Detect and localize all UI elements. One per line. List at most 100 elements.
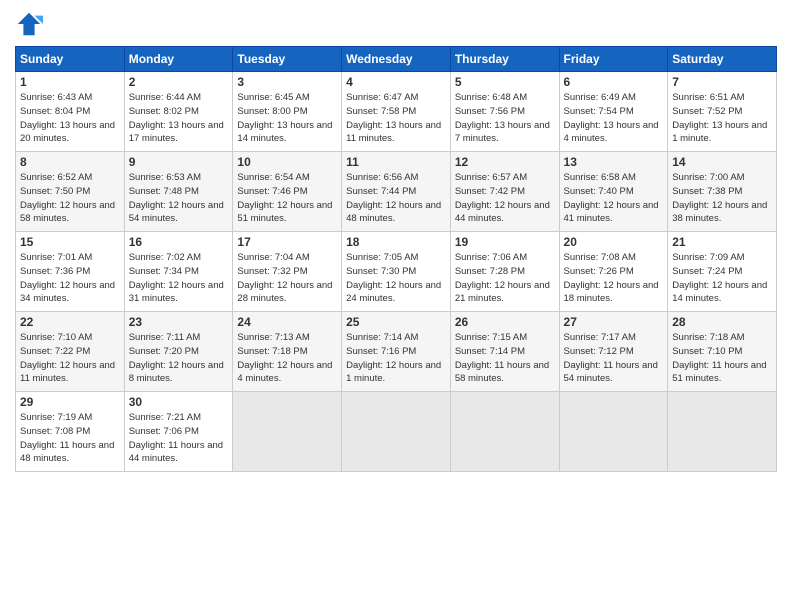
day-info: Sunrise: 6:52 AMSunset: 7:50 PMDaylight:… — [20, 171, 120, 226]
day-number: 3 — [237, 75, 337, 89]
day-info: Sunrise: 6:47 AMSunset: 7:58 PMDaylight:… — [346, 91, 446, 146]
day-info: Sunrise: 7:04 AMSunset: 7:32 PMDaylight:… — [237, 251, 337, 306]
calendar-table: SundayMondayTuesdayWednesdayThursdayFrid… — [15, 46, 777, 472]
day-number: 5 — [455, 75, 555, 89]
calendar-cell — [668, 392, 777, 472]
day-number: 4 — [346, 75, 446, 89]
week-row-1: 1 Sunrise: 6:43 AMSunset: 8:04 PMDaylight… — [16, 72, 777, 152]
day-number: 19 — [455, 235, 555, 249]
day-number: 17 — [237, 235, 337, 249]
day-info: Sunrise: 7:00 AMSunset: 7:38 PMDaylight:… — [672, 171, 772, 226]
logo-icon — [15, 10, 43, 38]
calendar-cell: 8 Sunrise: 6:52 AMSunset: 7:50 PMDaylight… — [16, 152, 125, 232]
calendar-cell: 18 Sunrise: 7:05 AMSunset: 7:30 PMDayligh… — [342, 232, 451, 312]
day-info: Sunrise: 6:48 AMSunset: 7:56 PMDaylight:… — [455, 91, 555, 146]
day-info: Sunrise: 7:11 AMSunset: 7:20 PMDaylight:… — [129, 331, 229, 386]
weekday-header-tuesday: Tuesday — [233, 47, 342, 72]
day-number: 7 — [672, 75, 772, 89]
day-number: 18 — [346, 235, 446, 249]
day-number: 22 — [20, 315, 120, 329]
week-row-5: 29 Sunrise: 7:19 AMSunset: 7:08 PMDayligh… — [16, 392, 777, 472]
day-number: 10 — [237, 155, 337, 169]
calendar-cell — [233, 392, 342, 472]
calendar-cell: 9 Sunrise: 6:53 AMSunset: 7:48 PMDaylight… — [124, 152, 233, 232]
calendar-cell: 11 Sunrise: 6:56 AMSunset: 7:44 PMDayligh… — [342, 152, 451, 232]
day-info: Sunrise: 6:49 AMSunset: 7:54 PMDaylight:… — [564, 91, 664, 146]
day-number: 1 — [20, 75, 120, 89]
day-info: Sunrise: 7:08 AMSunset: 7:26 PMDaylight:… — [564, 251, 664, 306]
calendar-cell: 3Sunrise: 6:45 AMSunset: 8:00 PMDaylight… — [233, 72, 342, 152]
weekday-header-saturday: Saturday — [668, 47, 777, 72]
calendar-cell: 12Sunrise: 6:57 AMSunset: 7:42 PMDayligh… — [450, 152, 559, 232]
week-row-2: 8 Sunrise: 6:52 AMSunset: 7:50 PMDaylight… — [16, 152, 777, 232]
day-info: Sunrise: 7:17 AMSunset: 7:12 PMDaylight:… — [564, 331, 664, 386]
calendar-cell: 26 Sunrise: 7:15 AMSunset: 7:14 PMDayligh… — [450, 312, 559, 392]
day-number: 20 — [564, 235, 664, 249]
calendar-cell: 1 Sunrise: 6:43 AMSunset: 8:04 PMDaylight… — [16, 72, 125, 152]
day-info: Sunrise: 7:10 AMSunset: 7:22 PMDaylight:… — [20, 331, 120, 386]
day-number: 14 — [672, 155, 772, 169]
calendar-cell: 16 Sunrise: 7:02 AMSunset: 7:34 PMDayligh… — [124, 232, 233, 312]
day-number: 24 — [237, 315, 337, 329]
day-info: Sunrise: 7:09 AMSunset: 7:24 PMDaylight:… — [672, 251, 772, 306]
calendar-cell: 19 Sunrise: 7:06 AMSunset: 7:28 PMDayligh… — [450, 232, 559, 312]
day-number: 23 — [129, 315, 229, 329]
day-number: 30 — [129, 395, 229, 409]
day-number: 16 — [129, 235, 229, 249]
day-info: Sunrise: 6:51 AMSunset: 7:52 PMDaylight:… — [672, 91, 772, 146]
day-number: 15 — [20, 235, 120, 249]
calendar-cell: 7 Sunrise: 6:51 AMSunset: 7:52 PMDaylight… — [668, 72, 777, 152]
calendar-cell: 27Sunrise: 7:17 AMSunset: 7:12 PMDayligh… — [559, 312, 668, 392]
calendar-cell: 21 Sunrise: 7:09 AMSunset: 7:24 PMDayligh… — [668, 232, 777, 312]
page: SundayMondayTuesdayWednesdayThursdayFrid… — [0, 0, 792, 612]
week-row-3: 15Sunrise: 7:01 AMSunset: 7:36 PMDayligh… — [16, 232, 777, 312]
day-number: 11 — [346, 155, 446, 169]
calendar-cell: 24 Sunrise: 7:13 AMSunset: 7:18 PMDayligh… — [233, 312, 342, 392]
weekday-header-monday: Monday — [124, 47, 233, 72]
calendar-cell: 10 Sunrise: 6:54 AMSunset: 7:46 PMDayligh… — [233, 152, 342, 232]
day-info: Sunrise: 6:43 AMSunset: 8:04 PMDaylight:… — [20, 91, 120, 146]
calendar-cell: 6 Sunrise: 6:49 AMSunset: 7:54 PMDaylight… — [559, 72, 668, 152]
day-info: Sunrise: 7:05 AMSunset: 7:30 PMDaylight:… — [346, 251, 446, 306]
day-info: Sunrise: 7:06 AMSunset: 7:28 PMDaylight:… — [455, 251, 555, 306]
day-info: Sunrise: 7:14 AMSunset: 7:16 PMDaylight:… — [346, 331, 446, 386]
calendar-cell: 25 Sunrise: 7:14 AMSunset: 7:16 PMDayligh… — [342, 312, 451, 392]
day-number: 9 — [129, 155, 229, 169]
day-info: Sunrise: 6:53 AMSunset: 7:48 PMDaylight:… — [129, 171, 229, 226]
calendar-cell: 2 Sunrise: 6:44 AMSunset: 8:02 PMDaylight… — [124, 72, 233, 152]
day-info: Sunrise: 6:54 AMSunset: 7:46 PMDaylight:… — [237, 171, 337, 226]
day-info: Sunrise: 7:15 AMSunset: 7:14 PMDaylight:… — [455, 331, 555, 386]
weekday-header-row: SundayMondayTuesdayWednesdayThursdayFrid… — [16, 47, 777, 72]
day-number: 29 — [20, 395, 120, 409]
calendar-cell: 30 Sunrise: 7:21 AMSunset: 7:06 PMDayligh… — [124, 392, 233, 472]
header — [15, 10, 777, 38]
calendar-cell — [450, 392, 559, 472]
day-info: Sunrise: 7:19 AMSunset: 7:08 PMDaylight:… — [20, 411, 120, 466]
logo — [15, 10, 45, 38]
calendar-cell: 13 Sunrise: 6:58 AMSunset: 7:40 PMDayligh… — [559, 152, 668, 232]
day-number: 21 — [672, 235, 772, 249]
calendar-cell — [559, 392, 668, 472]
day-info: Sunrise: 6:56 AMSunset: 7:44 PMDaylight:… — [346, 171, 446, 226]
calendar-cell: 14 Sunrise: 7:00 AMSunset: 7:38 PMDayligh… — [668, 152, 777, 232]
calendar-cell: 28Sunrise: 7:18 AMSunset: 7:10 PMDayligh… — [668, 312, 777, 392]
day-number: 28 — [672, 315, 772, 329]
day-number: 26 — [455, 315, 555, 329]
day-number: 2 — [129, 75, 229, 89]
calendar-cell: 5 Sunrise: 6:48 AMSunset: 7:56 PMDaylight… — [450, 72, 559, 152]
day-info: Sunrise: 7:02 AMSunset: 7:34 PMDaylight:… — [129, 251, 229, 306]
weekday-header-sunday: Sunday — [16, 47, 125, 72]
calendar-cell: 17 Sunrise: 7:04 AMSunset: 7:32 PMDayligh… — [233, 232, 342, 312]
day-info: Sunrise: 6:58 AMSunset: 7:40 PMDaylight:… — [564, 171, 664, 226]
day-number: 6 — [564, 75, 664, 89]
calendar-cell: 29 Sunrise: 7:19 AMSunset: 7:08 PMDayligh… — [16, 392, 125, 472]
day-info: Sunrise: 6:44 AMSunset: 8:02 PMDaylight:… — [129, 91, 229, 146]
day-info: Sunrise: 7:21 AMSunset: 7:06 PMDaylight:… — [129, 411, 229, 466]
calendar-cell: 23 Sunrise: 7:11 AMSunset: 7:20 PMDayligh… — [124, 312, 233, 392]
day-info: Sunrise: 7:13 AMSunset: 7:18 PMDaylight:… — [237, 331, 337, 386]
day-number: 25 — [346, 315, 446, 329]
calendar-cell: 22 Sunrise: 7:10 AMSunset: 7:22 PMDayligh… — [16, 312, 125, 392]
day-number: 13 — [564, 155, 664, 169]
calendar-cell: 4 Sunrise: 6:47 AMSunset: 7:58 PMDaylight… — [342, 72, 451, 152]
day-number: 8 — [20, 155, 120, 169]
